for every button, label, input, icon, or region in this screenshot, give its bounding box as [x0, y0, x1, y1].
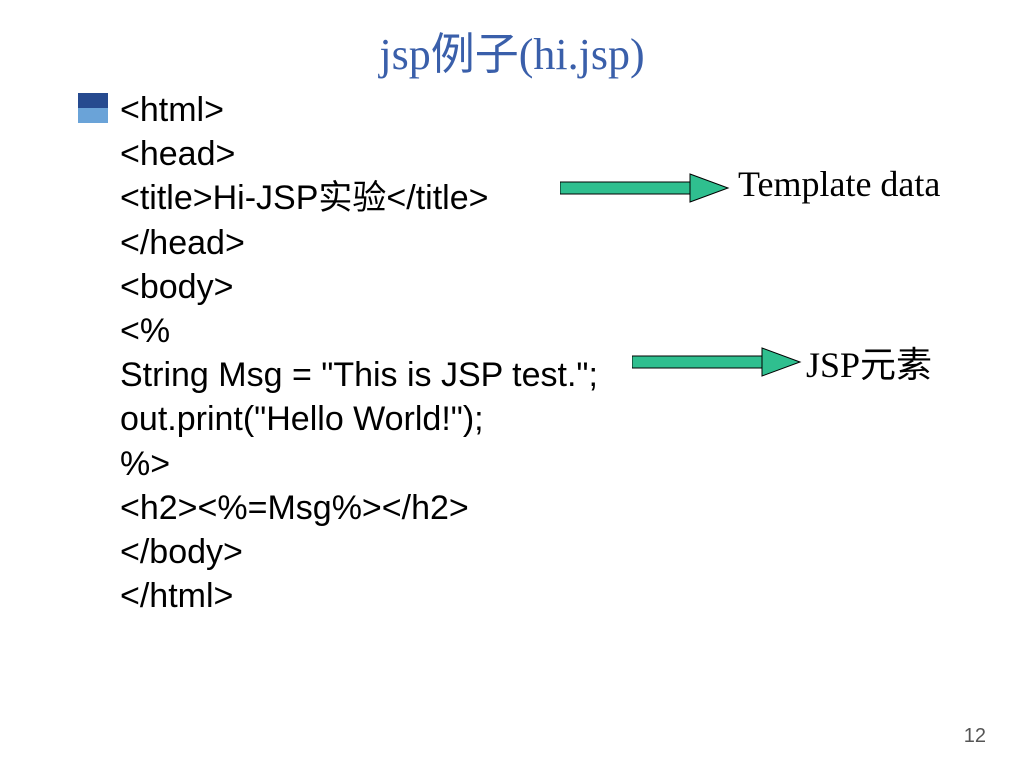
code-line: String Msg = "This is JSP test.";: [120, 356, 598, 394]
code-line: <body>: [120, 268, 233, 306]
arrow-icon: [632, 346, 802, 378]
code-line: <head>: [120, 135, 235, 173]
annotation-jsp-element: JSP元素: [806, 336, 932, 388]
slide: jsp例子(hi.jsp) <html> <head> <title>Hi-JS…: [0, 0, 1024, 768]
bullet-icon: [78, 93, 108, 123]
arrow-icon: [560, 172, 730, 204]
code-line: </head>: [120, 224, 245, 262]
code-line: </html>: [120, 577, 233, 615]
code-line: <%: [120, 312, 170, 350]
code-block: <html> <head> <title>Hi-JSP实验</title> </…: [120, 88, 598, 618]
page-number: 12: [964, 725, 986, 748]
slide-title: jsp例子(hi.jsp): [0, 18, 1024, 82]
code-line: %>: [120, 445, 170, 483]
code-line: </body>: [120, 533, 243, 571]
code-line: <title>Hi-JSP实验</title>: [120, 179, 488, 217]
code-line: out.print("Hello World!");: [120, 400, 484, 438]
code-line: <html>: [120, 91, 224, 129]
code-line: <h2><%=Msg%></h2>: [120, 489, 469, 527]
annotation-template-data: Template data: [738, 163, 940, 205]
